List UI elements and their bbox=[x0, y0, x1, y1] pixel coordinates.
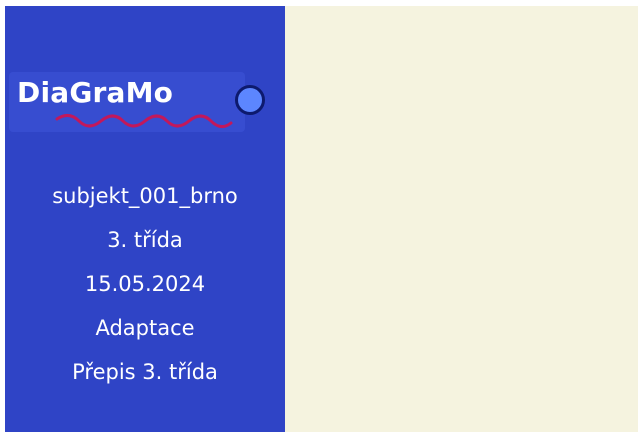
transcript-label: Přepis 3. třída bbox=[72, 360, 218, 384]
session-date: 15.05.2024 bbox=[84, 272, 206, 296]
subject-id: subjekt_001_brno bbox=[52, 184, 238, 208]
info-sidebar: DiaGraMo subjekt_001_brno 3. třída 15.05… bbox=[5, 6, 285, 432]
phase-label: Adaptace bbox=[95, 316, 195, 340]
content-panel bbox=[285, 6, 638, 432]
wave-underline-icon bbox=[55, 114, 233, 128]
blue-dot-icon bbox=[235, 85, 265, 115]
app-window: DiaGraMo subjekt_001_brno 3. třída 15.05… bbox=[0, 0, 638, 432]
session-info: subjekt_001_brno 3. třída 15.05.2024 Ada… bbox=[5, 174, 285, 394]
logo-text: DiaGraMo bbox=[17, 76, 174, 109]
diagramo-logo: DiaGraMo bbox=[9, 66, 265, 138]
class-label: 3. třída bbox=[107, 228, 183, 252]
